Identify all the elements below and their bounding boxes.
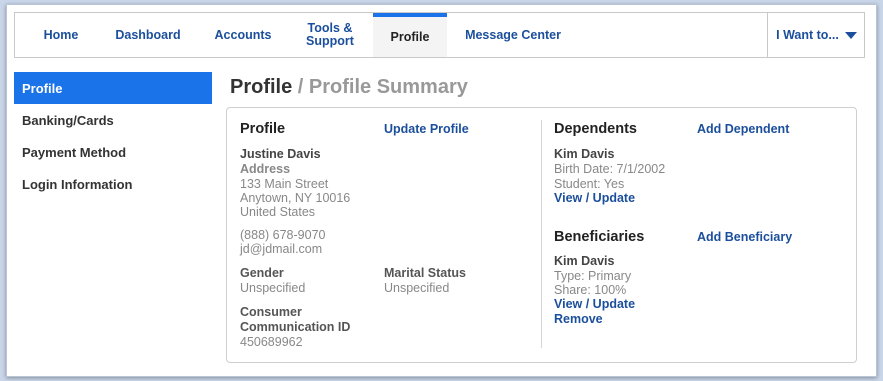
ccid-label-line1: Consumer bbox=[240, 305, 302, 319]
nav-home[interactable]: Home bbox=[37, 13, 85, 57]
dependent-view-update-link[interactable]: View / Update bbox=[554, 191, 635, 205]
add-dependent-link[interactable]: Add Dependent bbox=[697, 122, 789, 136]
sidebar-item-login-information[interactable]: Login Information bbox=[14, 168, 212, 200]
dependent-student: Student: Yes bbox=[554, 177, 625, 191]
beneficiary-share: Share: 100% bbox=[554, 283, 627, 297]
page-title-sub: / Profile Summary bbox=[292, 76, 468, 98]
sidebar: Profile Banking/Cards Payment Method Log… bbox=[14, 72, 212, 200]
beneficiary-name: Kim Davis bbox=[554, 254, 615, 268]
add-beneficiary-link[interactable]: Add Beneficiary bbox=[697, 230, 792, 244]
sidebar-item-payment-method[interactable]: Payment Method bbox=[14, 136, 212, 168]
beneficiaries-heading: Beneficiaries bbox=[554, 229, 645, 245]
nav-accounts[interactable]: Accounts bbox=[207, 13, 279, 57]
page-title: Profile / Profile Summary bbox=[230, 76, 468, 99]
dependent-name: Kim Davis bbox=[554, 147, 615, 161]
address-label: Address bbox=[240, 162, 291, 176]
phone-value: (888) 678-9070 bbox=[240, 228, 326, 242]
address-city: Anytown, NY 10016 bbox=[240, 191, 351, 205]
dependent-birth-date: Birth Date: 7/1/2002 bbox=[554, 162, 666, 176]
beneficiary-view-update-link[interactable]: View / Update bbox=[554, 297, 635, 311]
update-profile-link[interactable]: Update Profile bbox=[384, 122, 469, 136]
address-country: United States bbox=[240, 205, 316, 219]
i-want-to-label: I Want to... bbox=[776, 27, 839, 42]
nav-dashboard[interactable]: Dashboard bbox=[105, 13, 191, 57]
beneficiary-remove-link[interactable]: Remove bbox=[554, 312, 603, 326]
beneficiary-type: Type: Primary bbox=[554, 269, 632, 283]
ccid-value: 450689962 bbox=[240, 335, 303, 349]
gender-label: Gender bbox=[240, 266, 284, 280]
top-nav: Home Dashboard Accounts Tools & Support … bbox=[14, 12, 865, 58]
page-title-main: Profile bbox=[230, 76, 293, 98]
marital-status-label: Marital Status bbox=[384, 266, 466, 280]
profile-name: Justine Davis bbox=[240, 147, 321, 161]
nav-tools-line2: Support bbox=[306, 34, 354, 48]
caret-down-icon bbox=[844, 31, 857, 39]
marital-status-value: Unspecified bbox=[384, 281, 450, 295]
ccid-label-line2: Communication ID bbox=[240, 320, 351, 334]
nav-message-center[interactable]: Message Center bbox=[457, 13, 569, 57]
nav-profile[interactable]: Profile bbox=[373, 13, 447, 57]
profile-heading: Profile bbox=[240, 121, 286, 137]
i-want-to-dropdown[interactable]: I Want to... bbox=[767, 13, 865, 57]
dependents-heading: Dependents bbox=[554, 121, 637, 137]
column-divider bbox=[541, 120, 542, 348]
sidebar-item-profile[interactable]: Profile bbox=[14, 72, 212, 104]
address-street: 133 Main Street bbox=[240, 177, 329, 191]
sidebar-item-banking-cards[interactable]: Banking/Cards bbox=[14, 104, 212, 136]
nav-tools-support[interactable]: Tools & Support bbox=[297, 13, 363, 57]
gender-value: Unspecified bbox=[240, 281, 306, 295]
email-value: jd@jdmail.com bbox=[240, 242, 323, 256]
